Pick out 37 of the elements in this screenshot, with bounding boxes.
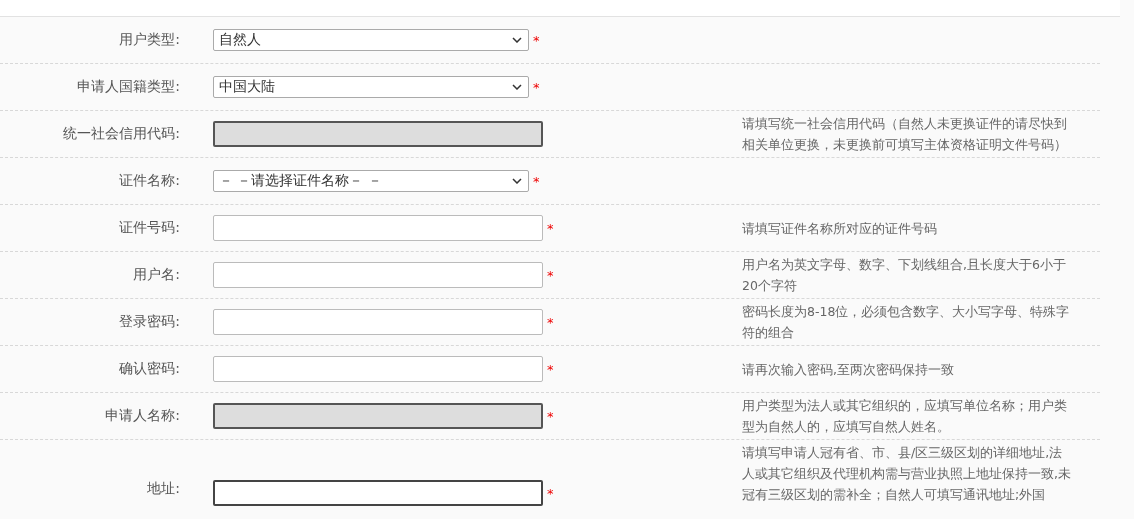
caret-icon: [512, 84, 522, 90]
field-label: 统一社会信用代码:: [62, 125, 180, 143]
hint-text: 请填写证件名称所对应的证件号码: [742, 219, 938, 238]
dropdown[interactable]: 自然人: [213, 29, 529, 51]
input-field[interactable]: [213, 262, 543, 288]
dropdown[interactable]: － －请选择证件名称－ －: [213, 170, 529, 192]
field-label: 申请人国籍类型:: [76, 78, 180, 96]
caret-icon: [512, 37, 522, 43]
field-label: 地址:: [146, 480, 180, 498]
input-field[interactable]: [213, 309, 543, 335]
field-label: 用户名:: [132, 266, 180, 284]
hint-text: 请填写统一社会信用代码（自然人未更换证件的请尽快到相关单位更换，未更换前可填写主体资格证明文件号码）: [742, 115, 1068, 154]
input-field[interactable]: [213, 356, 543, 382]
input-field[interactable]: [213, 480, 543, 506]
hint-text: 用户类型为法人或其它组织的，应填写单位名称；用户类型为自然人的，应填写自然人姓名。: [742, 397, 1068, 436]
field-label: 确认密码:: [118, 360, 180, 378]
required-asterisk: *: [533, 173, 540, 189]
required-asterisk: *: [547, 361, 554, 377]
required-asterisk: *: [547, 220, 554, 236]
input-field[interactable]: [213, 215, 543, 241]
dropdown[interactable]: 中国大陆: [213, 76, 529, 98]
hint-text: 请填写申请人冠有省、市、县/区三级区划的详细地址,法人或其它组织及代理机构需与营业执照上地址保持一致,未冠有三级区划的需补全；自然人可填写通讯地址;外国: [742, 444, 1072, 504]
required-asterisk: *: [533, 32, 540, 48]
hint-text: 用户名为英文字母、数字、下划线组合,且长度大于6小于20个字符: [742, 256, 1067, 295]
field-label: 用户类型:: [118, 31, 180, 49]
required-asterisk: *: [547, 267, 554, 283]
hint-text: 密码长度为8-18位，必须包含数字、大小写字母、特殊字符的组合: [742, 303, 1071, 342]
required-asterisk: *: [547, 485, 554, 501]
hint-text: 请再次输入密码,至两次密码保持一致: [742, 360, 955, 379]
required-asterisk: *: [547, 314, 554, 330]
required-asterisk: *: [547, 408, 554, 424]
field-label: 登录密码:: [118, 313, 180, 331]
field-label: 证件名称:: [118, 172, 180, 190]
field-label: 证件号码:: [118, 219, 180, 237]
field-label: 申请人名称:: [104, 407, 180, 425]
caret-icon: [512, 178, 522, 184]
required-asterisk: *: [533, 79, 540, 95]
